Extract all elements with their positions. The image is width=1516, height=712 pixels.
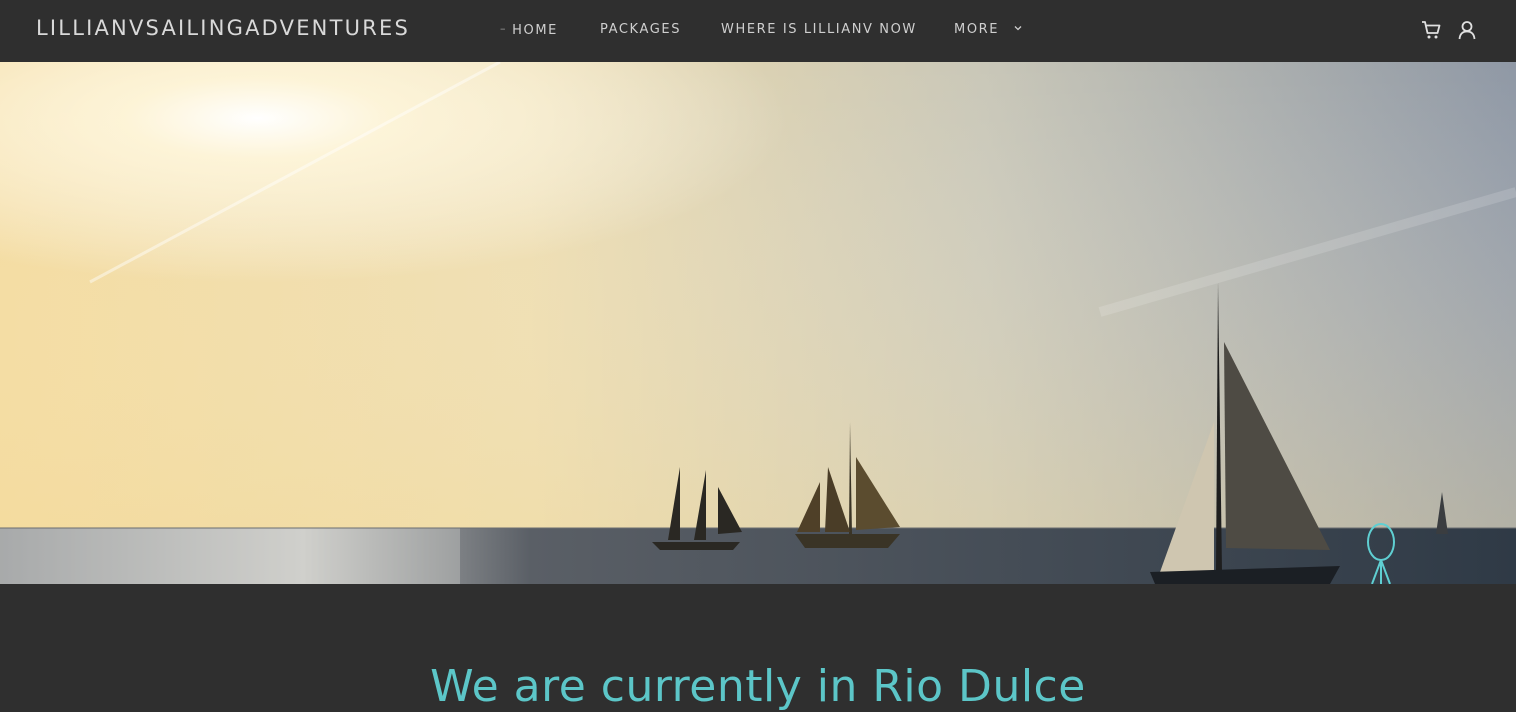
nav-item-where-is-lillianv-now[interactable]: WHERE IS LILLIANV NOW: [721, 22, 917, 37]
chevron-down-icon: [1014, 26, 1022, 31]
site-brand[interactable]: LILLIANVSAILINGADVENTURES: [36, 16, 410, 40]
nav-item-label: HOME: [512, 23, 558, 38]
hero-image: [0, 62, 1516, 584]
account-button[interactable]: [1455, 18, 1479, 42]
nav-item-label: WHERE IS LILLIANV NOW: [721, 22, 917, 37]
nav-item-home[interactable]: – HOME: [500, 22, 558, 38]
cart-button[interactable]: [1419, 18, 1443, 42]
site-header: LILLIANVSAILINGADVENTURES – HOME PACKAGES…: [0, 0, 1516, 62]
nav-item-label: PACKAGES: [600, 22, 682, 37]
nav-item-packages[interactable]: PACKAGES: [600, 22, 681, 37]
active-indicator-icon: –: [500, 22, 508, 35]
nav-item-label: MORE: [954, 22, 1000, 37]
user-icon: [1458, 21, 1476, 40]
sailboats-sunset-image: [0, 62, 1516, 584]
cart-icon: [1422, 21, 1441, 39]
nav-item-more[interactable]: MORE: [954, 22, 1023, 37]
